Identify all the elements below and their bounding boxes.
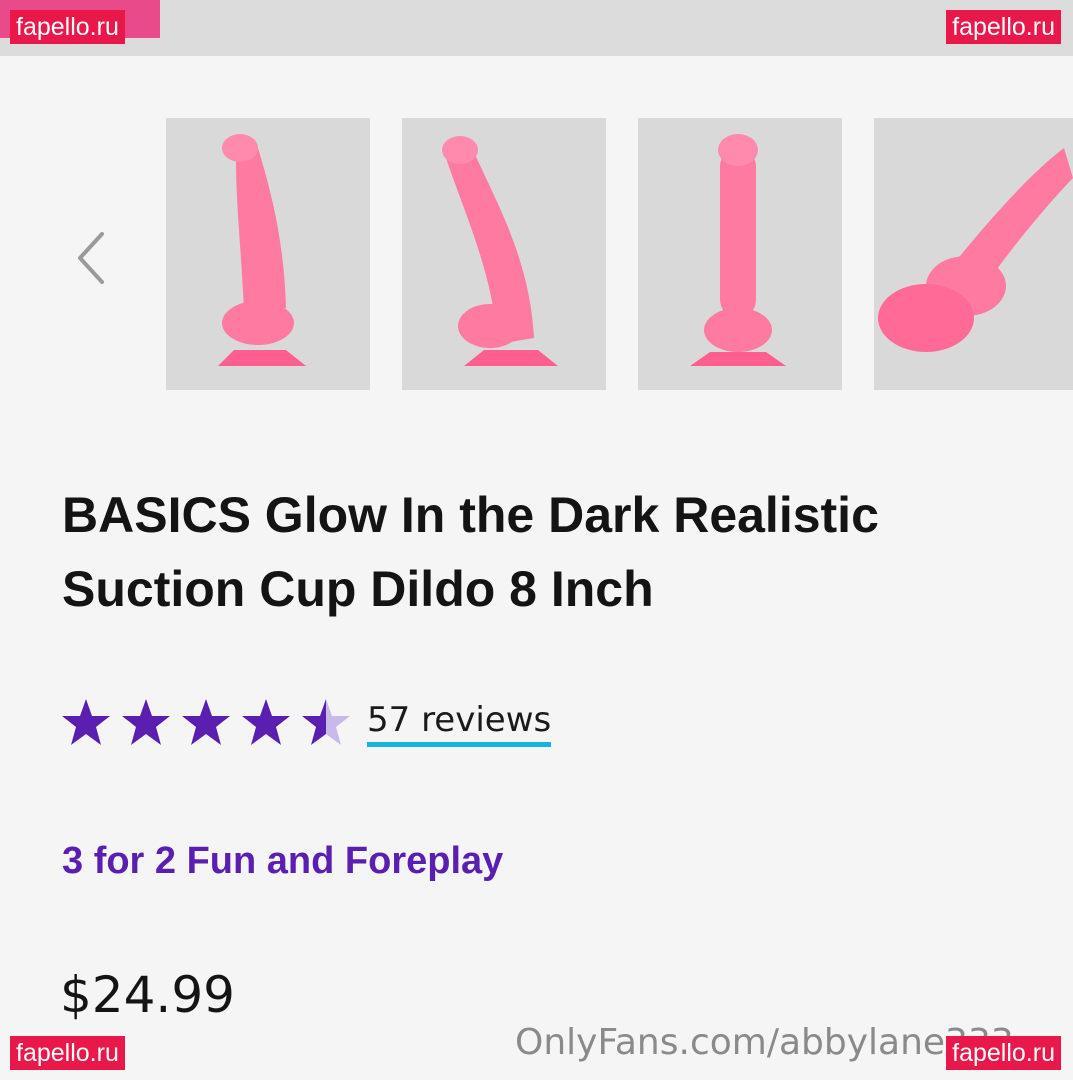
watermark-bottom-right: fapello.ru [946, 1036, 1061, 1070]
watermark-bottom-left: fapello.ru [10, 1036, 125, 1070]
product-image-back-icon [638, 118, 842, 390]
promo-link[interactable]: 3 for 2 Fun and Foreplay [62, 840, 503, 883]
star-filled-icon [62, 699, 110, 745]
star-filled-icon [242, 699, 290, 745]
product-price: $24.99 [60, 966, 235, 1024]
product-image-side-icon [402, 118, 606, 390]
gallery-thumbnail-1[interactable] [166, 118, 370, 390]
chevron-left-icon [78, 232, 104, 284]
carousel-prev-button[interactable] [70, 228, 118, 288]
watermark-top-left: fapello.ru [10, 10, 125, 44]
star-filled-icon [122, 699, 170, 745]
star-filled-icon [182, 699, 230, 745]
top-bar [0, 0, 1073, 56]
star-half-icon [302, 699, 350, 745]
reviews-link[interactable]: 57 reviews [367, 700, 552, 747]
rating-stars [60, 697, 358, 749]
gallery-thumbnail-2[interactable] [402, 118, 606, 390]
watermark-top-right: fapello.ru [946, 10, 1061, 44]
product-image-angle-icon [874, 118, 1073, 390]
product-title: BASICS Glow In the Dark Realistic Suctio… [62, 487, 879, 617]
onlyfans-watermark: OnlyFans.com/abbylane333 [515, 1022, 1014, 1063]
gallery-thumbnail-3[interactable] [638, 118, 842, 390]
product-image-front-icon [166, 118, 370, 390]
gallery-thumbnail-4[interactable] [874, 118, 1073, 390]
